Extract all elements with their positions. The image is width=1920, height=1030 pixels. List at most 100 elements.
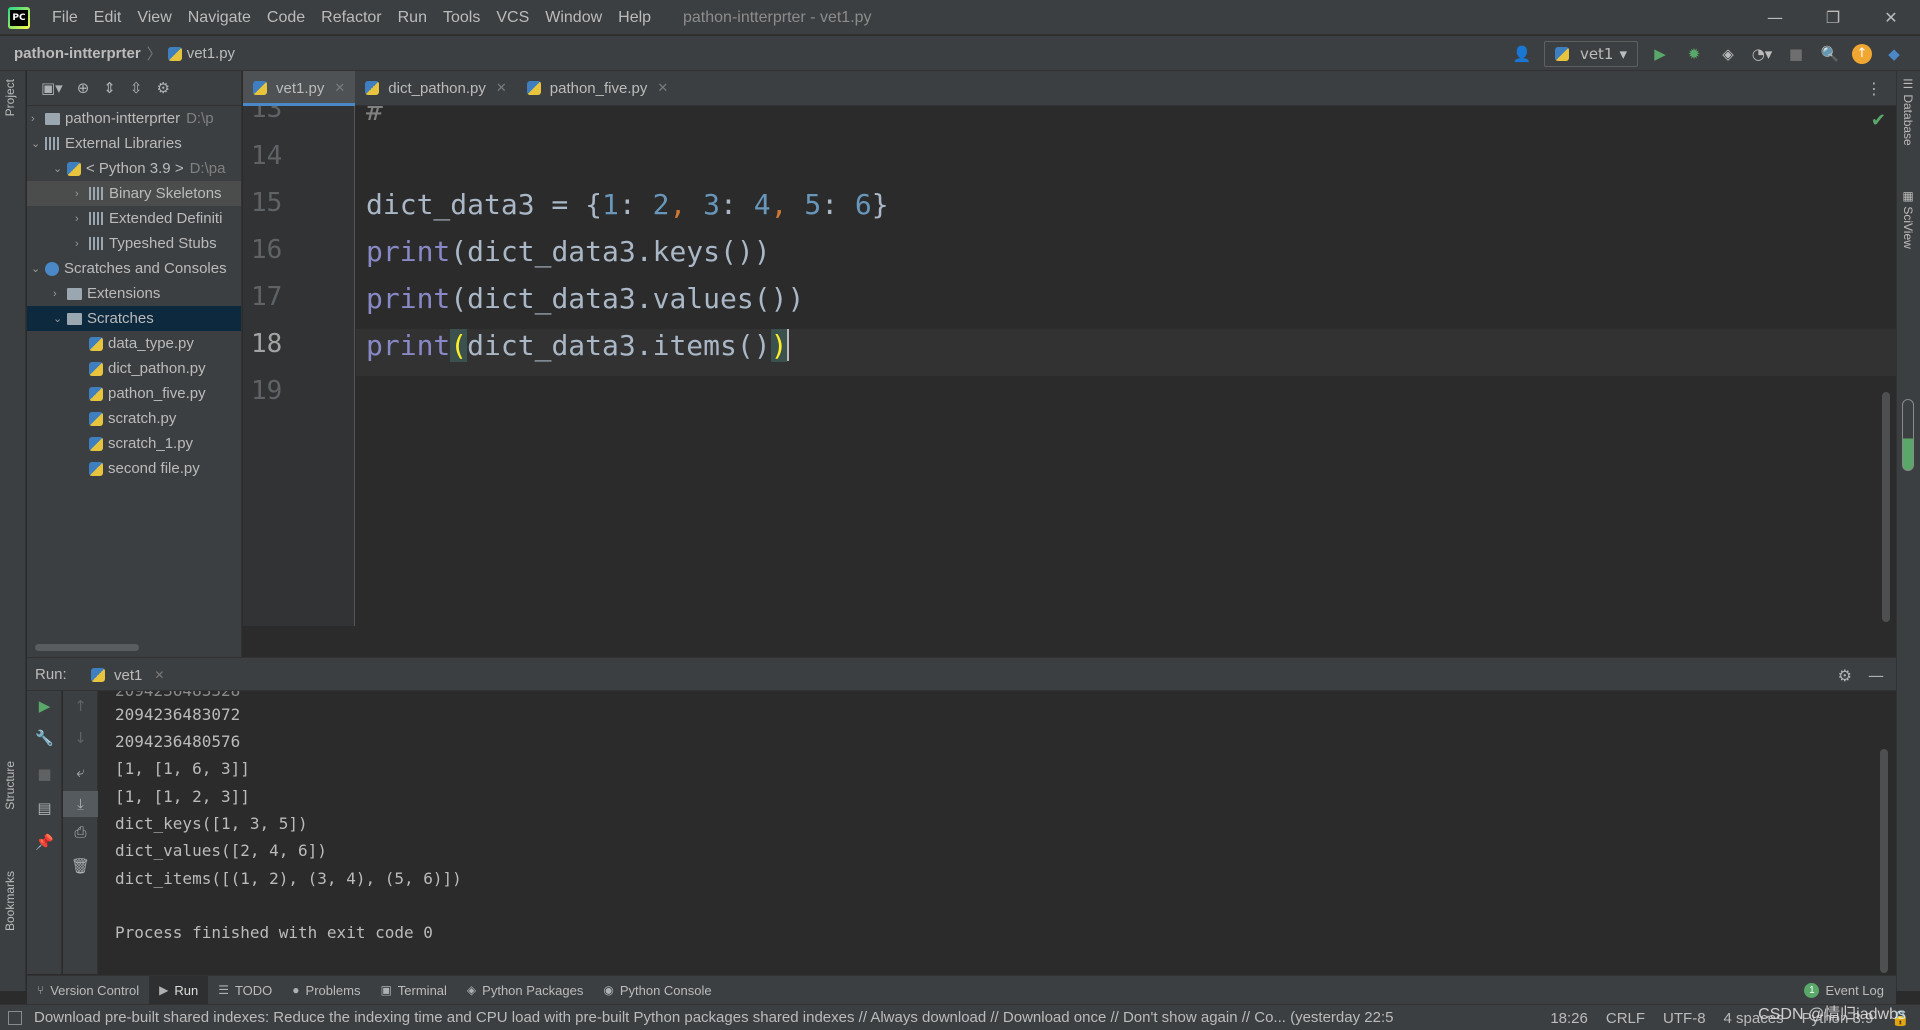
update-icon[interactable]: ↑ <box>1852 43 1872 64</box>
arrow-up-icon[interactable]: ↑ <box>63 697 98 715</box>
restore-button[interactable]: ❐ <box>1804 0 1862 35</box>
minimize-button[interactable]: — <box>1746 0 1804 35</box>
tree-item[interactable]: pathon_five.py <box>27 381 241 406</box>
close-icon[interactable]: ✕ <box>496 80 507 96</box>
tab-python-packages[interactable]: ◈ Python Packages <box>457 976 593 1005</box>
tab-python-console[interactable]: ◉ Python Console <box>593 976 721 1005</box>
close-icon[interactable]: ✕ <box>657 80 668 96</box>
tab-version-control[interactable]: ⑂ Version Control <box>27 976 149 1005</box>
tree-item[interactable]: dict_pathon.py <box>27 356 241 381</box>
menu-window[interactable]: Window <box>537 0 610 35</box>
menu-refactor[interactable]: Refactor <box>313 0 389 35</box>
run-icon[interactable]: ▶ <box>1648 42 1672 66</box>
breadcrumb-project[interactable]: pathon-intterprter <box>14 45 141 62</box>
tab-vet1[interactable]: vet1.py ✕ <box>243 70 356 106</box>
close-icon[interactable]: ✕ <box>334 80 345 96</box>
hide-panel-icon[interactable]: — <box>1868 666 1884 685</box>
tab-pathon-five[interactable]: pathon_five.py ✕ <box>517 71 678 106</box>
wrench-icon[interactable]: 🔧 <box>27 729 62 747</box>
menu-vcs[interactable]: VCS <box>488 0 537 35</box>
bookmarks-tool-tab[interactable]: Bookmarks <box>3 871 17 931</box>
gear-icon[interactable]: ⚙ <box>1838 666 1852 685</box>
rerun-icon[interactable]: ▶ <box>27 697 62 715</box>
tree-item[interactable]: ⌄ External Libraries <box>27 131 241 156</box>
locate-icon[interactable]: ⊕ <box>77 79 90 97</box>
project-view-icon[interactable]: ▣▾ <box>41 79 63 97</box>
close-window-button[interactable]: ✕ <box>1862 0 1920 35</box>
jetbrains-space-icon[interactable]: ◆ <box>1882 42 1906 66</box>
chevron-right-icon[interactable]: › <box>75 238 89 250</box>
debug-icon[interactable]: ✹ <box>1682 42 1706 66</box>
chevron-down-icon[interactable]: ⌄ <box>53 312 67 325</box>
menu-edit[interactable]: Edit <box>86 0 130 35</box>
collapse-all-icon[interactable]: ⇳ <box>130 79 143 97</box>
tree-item[interactable]: data_type.py <box>27 331 241 356</box>
project-tool-tab[interactable]: Project <box>3 79 17 116</box>
tree-item[interactable]: scratch_1.py <box>27 431 241 456</box>
chevron-right-icon[interactable]: › <box>75 188 89 200</box>
coverage-icon[interactable]: ◈ <box>1716 42 1740 66</box>
tree-item[interactable]: ⌄ Scratches <box>27 306 241 331</box>
pin-icon[interactable]: 📌 <box>27 833 62 851</box>
tree-item[interactable]: › Extended Definiti <box>27 206 241 231</box>
trash-icon[interactable]: 🗑 <box>63 857 98 875</box>
chevron-right-icon[interactable]: › <box>53 288 67 300</box>
tree-item[interactable]: › pathon-intterprter D:\p <box>27 106 241 131</box>
gear-icon[interactable]: ⚙ <box>156 79 169 97</box>
tree-item[interactable]: scratch.py <box>27 406 241 431</box>
layout-icon[interactable]: ▤ <box>27 799 62 817</box>
tree-item[interactable]: ⌄ Scratches and Consoles <box>27 256 241 281</box>
structure-tool-tab[interactable]: Structure <box>3 761 17 810</box>
run-console[interactable]: 2094236483328 2094236483072 209423648057… <box>99 691 1896 974</box>
caret-position[interactable]: 18:26 <box>1550 1010 1588 1027</box>
tab-run[interactable]: ▶ Run <box>149 975 209 1005</box>
code-editor[interactable]: # dict_data3 = {1: 2, 3: 4, 5: 6} print(… <box>356 106 1896 626</box>
print-icon[interactable]: ⎙ <box>63 823 98 841</box>
sciview-tool-tab[interactable]: ▦ SciView <box>1901 189 1915 249</box>
tab-dict-pathon[interactable]: dict_pathon.py ✕ <box>355 71 516 106</box>
menu-tools[interactable]: Tools <box>435 0 488 35</box>
close-icon[interactable]: ✕ <box>154 668 164 682</box>
menu-view[interactable]: View <box>129 0 179 35</box>
tab-problems[interactable]: ● Problems <box>282 976 370 1005</box>
soft-wrap-icon[interactable]: ⤶ <box>63 763 98 781</box>
tree-item[interactable]: › Binary Skeletons <box>27 181 241 206</box>
status-message[interactable]: Download pre-built shared indexes: Reduc… <box>34 1005 1516 1030</box>
profile-icon[interactable]: ◔▾ <box>1750 42 1774 66</box>
run-config-selector[interactable]: vet1 ▾ <box>1543 40 1638 67</box>
toggle-tool-windows-icon[interactable] <box>8 1011 22 1025</box>
expand-all-icon[interactable]: ⇕ <box>103 79 116 97</box>
database-tool-tab[interactable]: ☰ Database <box>1901 77 1915 146</box>
search-icon[interactable]: 🔍 <box>1818 42 1842 66</box>
chevron-down-icon[interactable]: ⌄ <box>31 137 45 150</box>
menu-help[interactable]: Help <box>610 0 659 35</box>
editor-vertical-scrollbar[interactable] <box>1882 392 1890 622</box>
checkmark-icon[interactable]: ✔ <box>1871 110 1886 131</box>
breadcrumb-file[interactable]: vet1.py <box>187 45 235 62</box>
menu-navigate[interactable]: Navigate <box>180 0 259 35</box>
line-separator[interactable]: CRLF <box>1606 1010 1645 1027</box>
console-vertical-scrollbar[interactable] <box>1880 749 1888 973</box>
stop-icon[interactable]: ■ <box>1784 42 1808 66</box>
tree-item[interactable]: ⌄ < Python 3.9 > D:\pa <box>27 156 241 181</box>
arrow-down-icon[interactable]: ↓ <box>63 729 98 747</box>
file-encoding[interactable]: UTF-8 <box>1663 1010 1706 1027</box>
chevron-down-icon[interactable]: ⌄ <box>53 162 67 175</box>
more-options-icon[interactable]: ⋮ <box>1866 71 1882 106</box>
tree-item[interactable]: second file.py <box>27 456 241 481</box>
project-horizontal-scrollbar[interactable] <box>35 644 139 651</box>
memory-indicator[interactable] <box>1902 399 1914 471</box>
menu-file[interactable]: File <box>44 0 86 35</box>
scroll-to-end-icon[interactable]: ⤓ <box>63 791 98 817</box>
chevron-down-icon[interactable]: ⌄ <box>31 262 45 275</box>
run-tab-vet1[interactable]: vet1 ✕ <box>91 658 164 692</box>
tab-terminal[interactable]: ▣ Terminal <box>370 976 456 1005</box>
menu-code[interactable]: Code <box>259 0 313 35</box>
tree-item[interactable]: › Typeshed Stubs <box>27 231 241 256</box>
menu-run[interactable]: Run <box>390 0 435 35</box>
tab-todo[interactable]: ☰ TODO <box>208 976 282 1005</box>
stop-icon[interactable]: ■ <box>27 765 62 783</box>
chevron-right-icon[interactable]: › <box>31 113 45 125</box>
account-icon[interactable]: 👤▾ <box>1510 42 1534 87</box>
tree-item[interactable]: › Extensions <box>27 281 241 306</box>
